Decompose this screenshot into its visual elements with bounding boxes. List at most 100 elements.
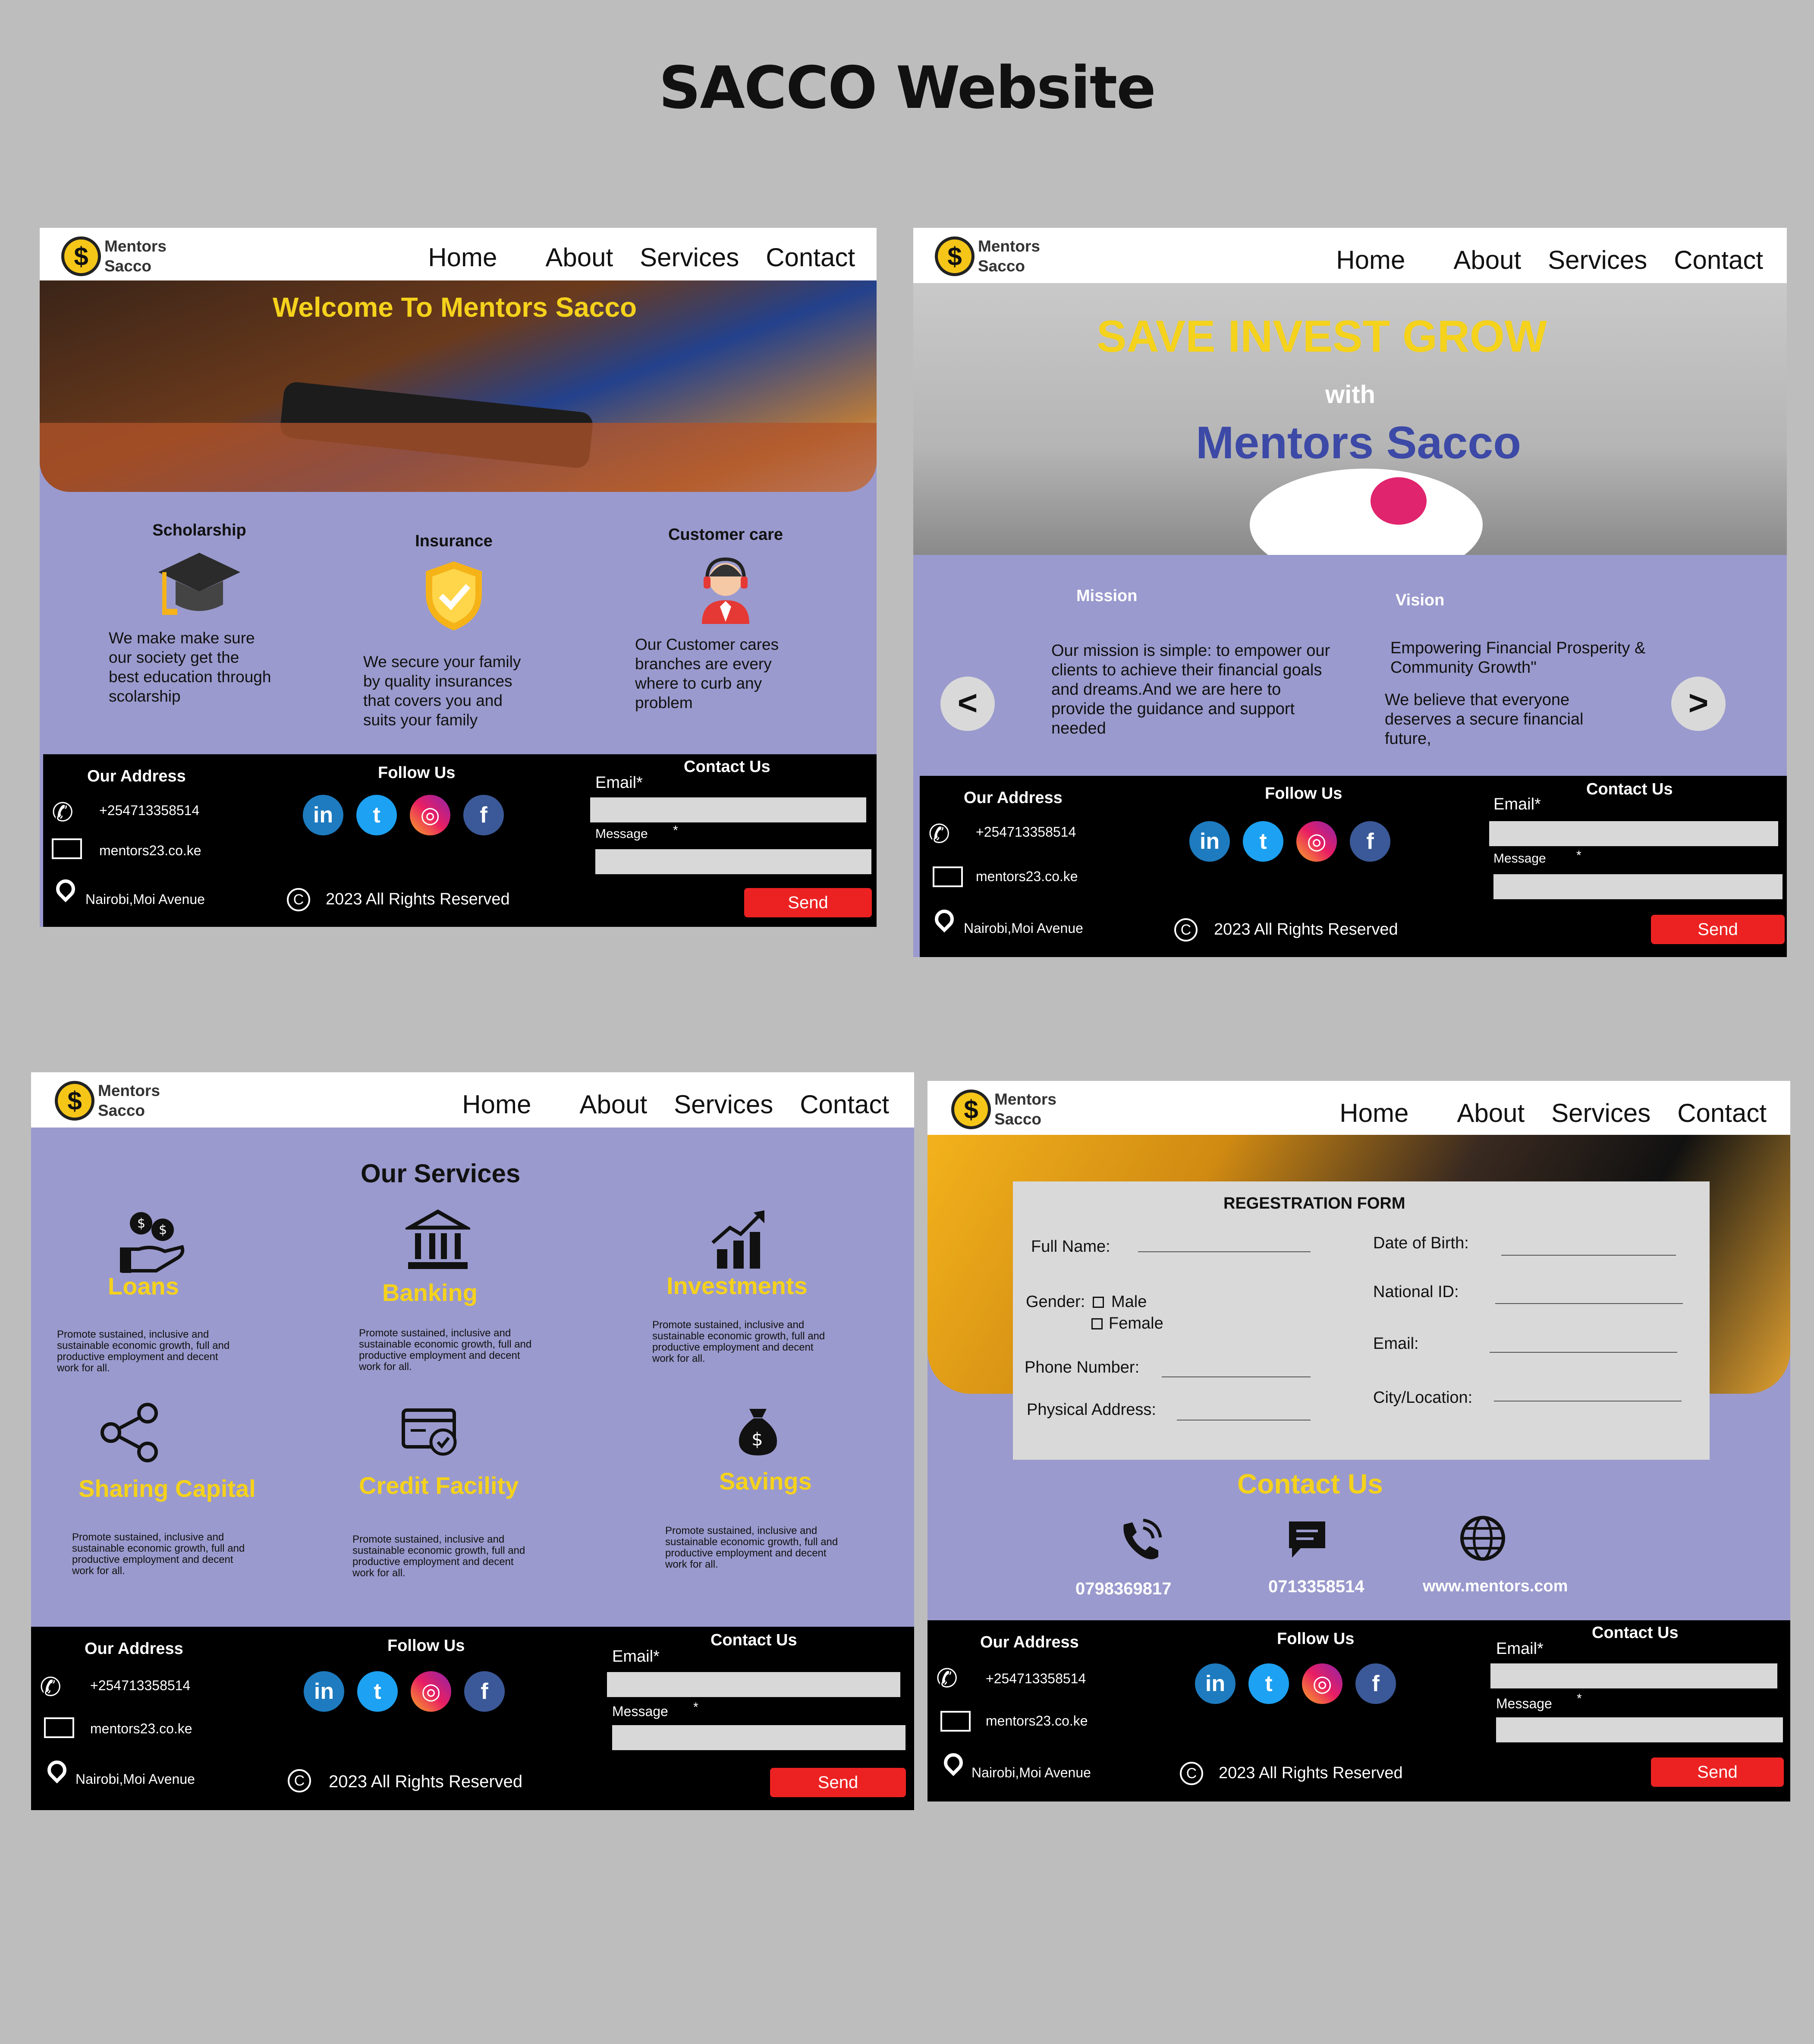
nav-services[interactable]: Services [640,243,739,272]
copyright-icon: C [288,1769,311,1792]
nav-home[interactable]: Home [1336,245,1405,275]
email-label: Email* [612,1647,660,1666]
facebook-icon[interactable]: f [464,1671,505,1712]
showcase-title: SACCO Website [659,54,1156,122]
send-button[interactable]: Send [1651,1757,1784,1787]
follow-heading: Follow Us [1277,1630,1355,1648]
instagram-icon[interactable]: ◎ [1296,821,1337,862]
contact-heading: Contact Us [1586,780,1673,798]
full-name-input[interactable] [1138,1251,1311,1252]
facebook-icon[interactable]: f [463,795,504,835]
logo[interactable]: $ Mentors Sacco [55,1081,160,1121]
footer-email: mentors23.co.ke [986,1713,1088,1729]
phone-icon: ✆ [936,1664,958,1693]
message-input[interactable] [1496,1717,1783,1742]
navbar: $ Mentors Sacco Home About Services Conta… [40,228,877,280]
piggy-eye-shape [1371,477,1427,525]
prev-arrow-button[interactable]: < [940,677,995,731]
nav-services[interactable]: Services [1548,245,1647,275]
footer-email: mentors23.co.ke [976,869,1078,884]
social-icons: in t ◎ f [1189,821,1390,862]
nav-about[interactable]: About [1453,245,1521,275]
service-title-loans: Loans [108,1272,179,1300]
nav-home[interactable]: Home [462,1090,531,1119]
nav-about[interactable]: About [1457,1098,1525,1128]
nav-contact[interactable]: Contact [1674,245,1763,275]
next-arrow-button[interactable]: > [1671,677,1726,731]
card-title: Customer care [668,526,783,544]
twitter-icon[interactable]: t [356,795,397,835]
message-star: * [693,1700,698,1714]
address-heading: Our Address [85,1640,183,1658]
follow-heading: Follow Us [387,1637,465,1655]
nav-links: Home About Services Contact [1339,1098,1767,1128]
phone-number-input[interactable] [1162,1376,1311,1377]
message-input[interactable] [595,849,871,874]
nav-services[interactable]: Services [674,1090,773,1119]
nav-about[interactable]: About [545,243,613,272]
card-text: We make make sure our society get the be… [109,629,271,705]
send-button[interactable]: Send [1651,915,1785,944]
female-checkbox[interactable] [1091,1318,1103,1329]
national-id-input[interactable] [1495,1303,1683,1304]
mail-icon [52,838,82,859]
card-title: Insurance [415,532,493,550]
message-input[interactable] [1493,874,1783,899]
support-agent-icon [702,557,749,624]
copyright-text: 2023 All Rights Reserved [326,890,510,908]
send-button[interactable]: Send [770,1768,906,1797]
copyright-text: 2023 All Rights Reserved [1214,920,1398,939]
linkedin-icon[interactable]: in [303,795,343,835]
email-input[interactable] [1490,1663,1777,1688]
follow-heading: Follow Us [1265,784,1342,803]
twitter-icon[interactable]: t [1248,1663,1289,1704]
female-label: Female [1109,1314,1163,1332]
nav-about[interactable]: About [579,1090,647,1119]
contact-website[interactable]: www.mentors.com [1423,1577,1568,1596]
male-checkbox[interactable] [1093,1297,1104,1308]
card-insurance: Insurance We secure your family by quali… [363,532,544,730]
logo[interactable]: $ Mentors Sacco [951,1090,1056,1129]
email-input[interactable] [1490,1352,1677,1353]
instagram-icon[interactable]: ◎ [1302,1663,1342,1704]
contact-phone: 0798369817 [1075,1579,1172,1598]
service-text-savings: Promote sustained, inclusive and sustain… [665,1525,838,1570]
linkedin-icon[interactable]: in [1189,821,1230,862]
linkedin-icon[interactable]: in [304,1671,344,1712]
message-label: Message [1493,851,1546,866]
instagram-icon[interactable]: ◎ [411,1671,451,1712]
screen-home-welcome: $ Mentors Sacco Home About Services Conta… [40,228,877,927]
hero-line2: with [1325,381,1375,409]
send-button[interactable]: Send [744,888,872,917]
instagram-icon[interactable]: ◎ [410,795,450,835]
linkedin-icon[interactable]: in [1195,1663,1236,1704]
footer-phone: +254713358514 [986,1671,1086,1686]
city-input[interactable] [1494,1401,1682,1402]
card-text: Our Customer cares branches are every wh… [635,636,779,712]
email-input[interactable] [590,797,866,822]
nav-home[interactable]: Home [428,243,497,272]
location-pin-icon [940,1749,967,1776]
twitter-icon[interactable]: t [357,1671,398,1712]
email-input[interactable] [607,1672,900,1697]
logo[interactable]: $ Mentors Sacco [935,236,1040,276]
dob-input[interactable] [1501,1255,1676,1256]
nav-contact[interactable]: Contact [766,243,855,272]
email-label: Email* [1496,1640,1544,1658]
footer-location: Nairobi,Moi Avenue [75,1771,195,1787]
nav-home[interactable]: Home [1339,1098,1408,1128]
investment-chart-icon [711,1210,764,1269]
email-input[interactable] [1489,821,1778,846]
male-label: Male [1111,1293,1147,1311]
nav-contact[interactable]: Contact [1677,1098,1767,1128]
contact-heading: Contact Us [1237,1468,1383,1499]
twitter-icon[interactable]: t [1243,821,1283,862]
facebook-icon[interactable]: f [1350,821,1390,862]
nav-services[interactable]: Services [1551,1098,1651,1128]
nav-contact[interactable]: Contact [800,1090,889,1119]
facebook-icon[interactable]: f [1355,1663,1396,1704]
message-input[interactable] [612,1725,905,1750]
nav-links: Home About Services Contact [428,243,855,272]
vision-text-1: Empowering Financial Prosperity & Commun… [1390,639,1646,677]
logo[interactable]: $ Mentors Sacco [61,236,167,276]
